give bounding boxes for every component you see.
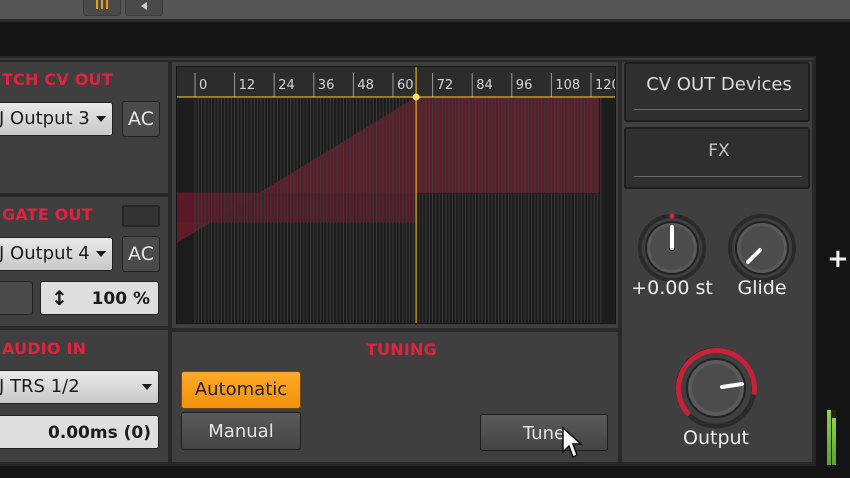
ruler-tick-label: 0 [199,78,208,93]
ruler-tick-label: 60 [397,78,414,93]
top-toolbar [0,0,850,22]
gate-mode-button[interactable] [0,281,33,315]
gate-out-label: GATE OUT [2,205,93,224]
chevron-down-icon [96,251,106,257]
tune-button[interactable]: Tune [480,414,608,451]
meter-toggle-button[interactable] [83,0,121,16]
pitch-ac-button[interactable]: AC [122,101,160,137]
glide-knob[interactable] [726,212,798,284]
tab-fx[interactable]: FX [624,127,810,189]
tab-fx-label: FX [708,141,730,161]
audio-input-value: J TRS 1/2 [0,376,80,397]
level-meter [827,410,836,465]
gate-length-field[interactable]: ↕ 100 % [40,281,159,315]
ruler-tick-label: 72 [436,78,454,93]
ruler-tick-label: 120 [595,78,615,93]
pitch-cv-output-dropdown[interactable]: J Output 3 [0,102,113,136]
gate-output-value: J Output 4 [0,243,90,264]
tab-cv-out-devices[interactable]: CV OUT Devices [624,62,810,122]
output-label: Output [683,427,749,449]
pitch-value: +0.00 st [631,277,713,299]
chevron-down-icon [142,384,152,390]
latency-value: 0.00ms (0) [47,423,151,443]
ruler-tick-label: 108 [555,78,581,93]
ruler-tick-label: 84 [476,78,493,93]
arrows-vertical-icon: ↕ [51,286,68,310]
tuning-label: TUNING [366,340,437,359]
plus-icon[interactable]: + [827,246,849,272]
gate-output-dropdown[interactable]: J Output 4 [0,237,113,271]
tuning-ramp [177,97,599,243]
gate-length-value: 100 % [91,289,150,309]
tuning-graph[interactable]: 0 12 24 36 48 60 72 84 96 108 120 [176,66,616,324]
ruler-tick-label: 24 [278,78,295,93]
pitch-cv-out-label: TCH CV OUT [2,70,113,89]
bars-icon [96,0,98,9]
audio-input-dropdown[interactable]: J TRS 1/2 [0,370,159,404]
ruler-tick-label: 48 [357,78,374,93]
arrow-left-button[interactable] [125,0,163,16]
automatic-button[interactable]: Automatic [181,371,301,409]
manual-button[interactable]: Manual [181,412,301,450]
pitch-cv-output-value: J Output 3 [0,108,90,129]
latency-field[interactable]: 0.00ms (0) [0,415,159,449]
tuning-graph-svg [177,67,615,323]
output-knob[interactable] [672,344,760,432]
glide-label: Glide [737,277,787,299]
audio-in-label: AUDIO IN [2,339,87,358]
pitch-knob[interactable] [636,212,708,284]
arrow-left-icon [141,2,147,10]
ruler-tick-label: 12 [238,78,256,93]
gate-ac-button[interactable]: AC [122,236,160,272]
ruler-tick-label: 36 [317,78,335,93]
mouse-pointer-icon [562,426,583,459]
tab-cv-out-devices-label: CV OUT Devices [646,74,792,95]
ruler-tick-label: 96 [515,78,533,93]
chevron-down-icon [96,116,106,122]
gate-led-indicator [122,205,160,227]
ruler-labels: 0 12 24 36 48 60 72 84 96 108 120 [177,67,615,97]
